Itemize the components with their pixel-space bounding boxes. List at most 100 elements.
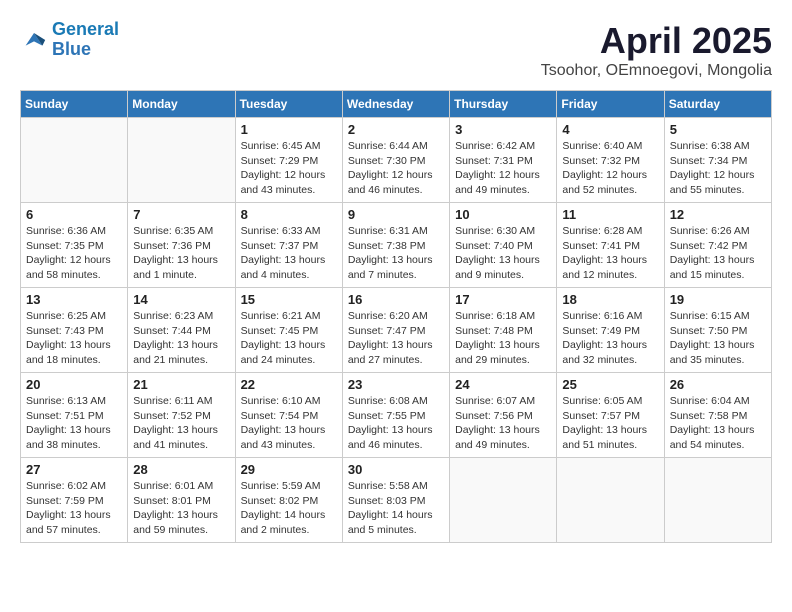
weekday-header-monday: Monday bbox=[128, 91, 235, 118]
calendar-table: SundayMondayTuesdayWednesdayThursdayFrid… bbox=[20, 90, 772, 543]
calendar-day-cell: 12 Sunrise: 6:26 AM Sunset: 7:42 PM Dayli… bbox=[664, 203, 771, 288]
day-info: Sunrise: 6:18 AM Sunset: 7:48 PM Dayligh… bbox=[455, 309, 551, 368]
title-block: April 2025 Tsoohor, OEmnoegovi, Mongolia bbox=[541, 20, 772, 80]
weekday-header-wednesday: Wednesday bbox=[342, 91, 449, 118]
logo: General Blue bbox=[20, 20, 119, 60]
weekday-header-sunday: Sunday bbox=[21, 91, 128, 118]
day-info: Sunrise: 6:42 AM Sunset: 7:31 PM Dayligh… bbox=[455, 139, 551, 198]
day-number: 18 bbox=[562, 292, 658, 307]
calendar-day-cell: 28 Sunrise: 6:01 AM Sunset: 8:01 PM Dayli… bbox=[128, 458, 235, 543]
day-info: Sunrise: 6:31 AM Sunset: 7:38 PM Dayligh… bbox=[348, 224, 444, 283]
day-info: Sunrise: 6:40 AM Sunset: 7:32 PM Dayligh… bbox=[562, 139, 658, 198]
calendar-day-cell: 10 Sunrise: 6:30 AM Sunset: 7:40 PM Dayli… bbox=[450, 203, 557, 288]
day-number: 8 bbox=[241, 207, 337, 222]
day-number: 3 bbox=[455, 122, 551, 137]
calendar-week-5: 27 Sunrise: 6:02 AM Sunset: 7:59 PM Dayli… bbox=[21, 458, 772, 543]
calendar-day-cell bbox=[128, 118, 235, 203]
calendar-day-cell: 16 Sunrise: 6:20 AM Sunset: 7:47 PM Dayli… bbox=[342, 288, 449, 373]
calendar-day-cell: 15Sunrise: 6:21 AM Sunset: 7:45 PM Dayli… bbox=[235, 288, 342, 373]
day-number: 26 bbox=[670, 377, 766, 392]
day-info: Sunrise: 6:11 AM Sunset: 7:52 PM Dayligh… bbox=[133, 394, 229, 453]
day-number: 2 bbox=[348, 122, 444, 137]
day-number: 9 bbox=[348, 207, 444, 222]
calendar-day-cell: 5Sunrise: 6:38 AM Sunset: 7:34 PM Daylig… bbox=[664, 118, 771, 203]
day-number: 15 bbox=[241, 292, 337, 307]
day-number: 10 bbox=[455, 207, 551, 222]
calendar-day-cell: 19 Sunrise: 6:15 AM Sunset: 7:50 PM Dayli… bbox=[664, 288, 771, 373]
calendar-day-cell: 20 Sunrise: 6:13 AM Sunset: 7:51 PM Dayli… bbox=[21, 373, 128, 458]
weekday-header-tuesday: Tuesday bbox=[235, 91, 342, 118]
day-number: 19 bbox=[670, 292, 766, 307]
calendar-day-cell: 11 Sunrise: 6:28 AM Sunset: 7:41 PM Dayli… bbox=[557, 203, 664, 288]
day-number: 27 bbox=[26, 462, 122, 477]
calendar-day-cell bbox=[21, 118, 128, 203]
day-info: Sunrise: 6:36 AM Sunset: 7:35 PM Dayligh… bbox=[26, 224, 122, 283]
day-info: Sunrise: 6:04 AM Sunset: 7:58 PM Dayligh… bbox=[670, 394, 766, 453]
calendar-day-cell: 8 Sunrise: 6:33 AM Sunset: 7:37 PM Daylig… bbox=[235, 203, 342, 288]
day-info: Sunrise: 6:16 AM Sunset: 7:49 PM Dayligh… bbox=[562, 309, 658, 368]
page-subtitle: Tsoohor, OEmnoegovi, Mongolia bbox=[541, 62, 772, 80]
calendar-header-row: SundayMondayTuesdayWednesdayThursdayFrid… bbox=[21, 91, 772, 118]
day-number: 11 bbox=[562, 207, 658, 222]
calendar-day-cell: 7 Sunrise: 6:35 AM Sunset: 7:36 PM Daylig… bbox=[128, 203, 235, 288]
day-number: 12 bbox=[670, 207, 766, 222]
day-info: Sunrise: 6:25 AM Sunset: 7:43 PM Dayligh… bbox=[26, 309, 122, 368]
day-info: Sunrise: 6:07 AM Sunset: 7:56 PM Dayligh… bbox=[455, 394, 551, 453]
calendar-day-cell: 25Sunrise: 6:05 AM Sunset: 7:57 PM Dayli… bbox=[557, 373, 664, 458]
day-info: Sunrise: 6:20 AM Sunset: 7:47 PM Dayligh… bbox=[348, 309, 444, 368]
day-info: Sunrise: 6:35 AM Sunset: 7:36 PM Dayligh… bbox=[133, 224, 229, 283]
day-number: 30 bbox=[348, 462, 444, 477]
day-number: 14 bbox=[133, 292, 229, 307]
calendar-day-cell: 24 Sunrise: 6:07 AM Sunset: 7:56 PM Dayli… bbox=[450, 373, 557, 458]
calendar-day-cell: 29Sunrise: 5:59 AM Sunset: 8:02 PM Dayli… bbox=[235, 458, 342, 543]
day-info: Sunrise: 6:28 AM Sunset: 7:41 PM Dayligh… bbox=[562, 224, 658, 283]
day-number: 1 bbox=[241, 122, 337, 137]
day-info: Sunrise: 6:10 AM Sunset: 7:54 PM Dayligh… bbox=[241, 394, 337, 453]
day-info: Sunrise: 6:44 AM Sunset: 7:30 PM Dayligh… bbox=[348, 139, 444, 198]
day-number: 13 bbox=[26, 292, 122, 307]
day-info: Sunrise: 6:26 AM Sunset: 7:42 PM Dayligh… bbox=[670, 224, 766, 283]
calendar-day-cell: 18 Sunrise: 6:16 AM Sunset: 7:49 PM Dayli… bbox=[557, 288, 664, 373]
day-number: 28 bbox=[133, 462, 229, 477]
day-number: 22 bbox=[241, 377, 337, 392]
day-info: Sunrise: 6:23 AM Sunset: 7:44 PM Dayligh… bbox=[133, 309, 229, 368]
calendar-day-cell: 17 Sunrise: 6:18 AM Sunset: 7:48 PM Dayli… bbox=[450, 288, 557, 373]
logo-bird-icon bbox=[20, 26, 48, 54]
day-number: 6 bbox=[26, 207, 122, 222]
day-number: 5 bbox=[670, 122, 766, 137]
calendar-week-1: 1 Sunrise: 6:45 AM Sunset: 7:29 PM Daylig… bbox=[21, 118, 772, 203]
day-info: Sunrise: 6:15 AM Sunset: 7:50 PM Dayligh… bbox=[670, 309, 766, 368]
day-info: Sunrise: 6:08 AM Sunset: 7:55 PM Dayligh… bbox=[348, 394, 444, 453]
day-info: Sunrise: 6:05 AM Sunset: 7:57 PM Dayligh… bbox=[562, 394, 658, 453]
logo-text: General Blue bbox=[52, 20, 119, 60]
day-number: 23 bbox=[348, 377, 444, 392]
day-number: 24 bbox=[455, 377, 551, 392]
day-number: 21 bbox=[133, 377, 229, 392]
calendar-week-2: 6 Sunrise: 6:36 AM Sunset: 7:35 PM Daylig… bbox=[21, 203, 772, 288]
day-number: 7 bbox=[133, 207, 229, 222]
day-number: 17 bbox=[455, 292, 551, 307]
calendar-day-cell: 4Sunrise: 6:40 AM Sunset: 7:32 PM Daylig… bbox=[557, 118, 664, 203]
calendar-day-cell bbox=[557, 458, 664, 543]
day-number: 16 bbox=[348, 292, 444, 307]
day-info: Sunrise: 6:33 AM Sunset: 7:37 PM Dayligh… bbox=[241, 224, 337, 283]
weekday-header-friday: Friday bbox=[557, 91, 664, 118]
day-info: Sunrise: 6:45 AM Sunset: 7:29 PM Dayligh… bbox=[241, 139, 337, 198]
calendar-day-cell: 1 Sunrise: 6:45 AM Sunset: 7:29 PM Daylig… bbox=[235, 118, 342, 203]
day-info: Sunrise: 6:30 AM Sunset: 7:40 PM Dayligh… bbox=[455, 224, 551, 283]
calendar-day-cell: 9 Sunrise: 6:31 AM Sunset: 7:38 PM Daylig… bbox=[342, 203, 449, 288]
day-info: Sunrise: 5:58 AM Sunset: 8:03 PM Dayligh… bbox=[348, 479, 444, 538]
page-title: April 2025 bbox=[541, 20, 772, 62]
day-info: Sunrise: 6:13 AM Sunset: 7:51 PM Dayligh… bbox=[26, 394, 122, 453]
day-info: Sunrise: 6:02 AM Sunset: 7:59 PM Dayligh… bbox=[26, 479, 122, 538]
calendar-day-cell: 30 Sunrise: 5:58 AM Sunset: 8:03 PM Dayli… bbox=[342, 458, 449, 543]
day-number: 20 bbox=[26, 377, 122, 392]
calendar-week-3: 13 Sunrise: 6:25 AM Sunset: 7:43 PM Dayli… bbox=[21, 288, 772, 373]
calendar-day-cell: 27 Sunrise: 6:02 AM Sunset: 7:59 PM Dayli… bbox=[21, 458, 128, 543]
calendar-day-cell bbox=[450, 458, 557, 543]
calendar-day-cell: 22 Sunrise: 6:10 AM Sunset: 7:54 PM Dayli… bbox=[235, 373, 342, 458]
day-info: Sunrise: 6:01 AM Sunset: 8:01 PM Dayligh… bbox=[133, 479, 229, 538]
weekday-header-thursday: Thursday bbox=[450, 91, 557, 118]
day-info: Sunrise: 5:59 AM Sunset: 8:02 PM Dayligh… bbox=[241, 479, 337, 538]
calendar-day-cell bbox=[664, 458, 771, 543]
